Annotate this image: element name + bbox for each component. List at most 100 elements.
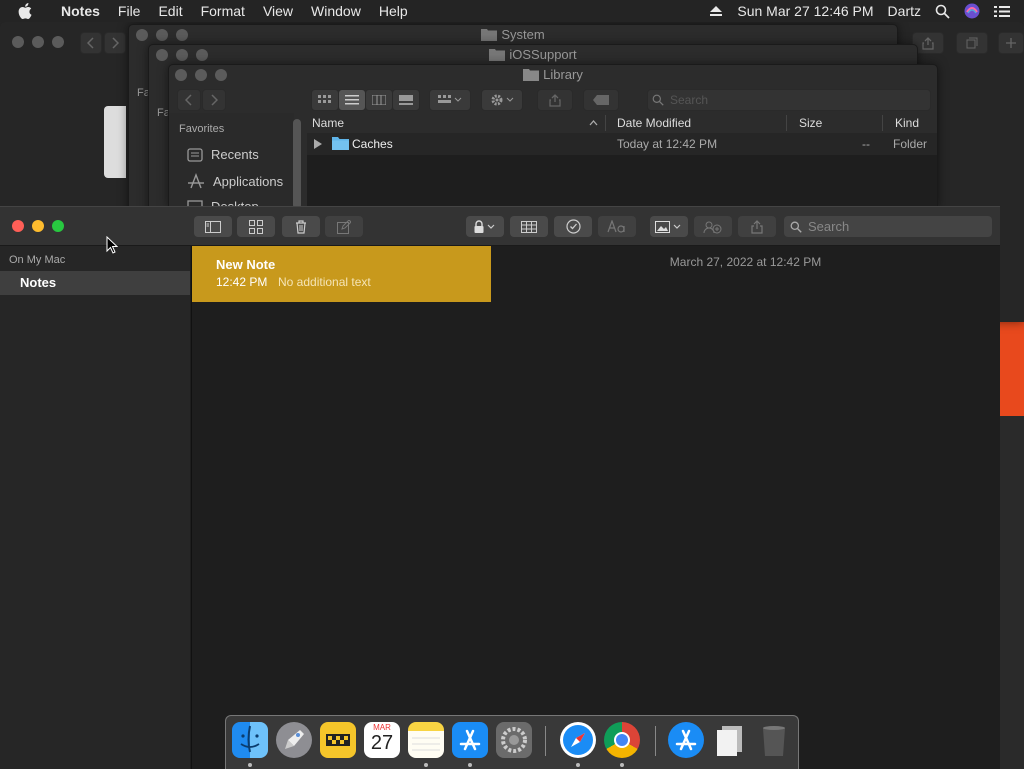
window-title: System: [129, 25, 897, 45]
window-title: iOSSupport: [149, 45, 917, 65]
dock-app-store-icon-2[interactable]: [668, 722, 704, 758]
back-button[interactable]: [177, 89, 201, 111]
dock-safari-icon[interactable]: [560, 722, 596, 758]
tab-overview-button[interactable]: [956, 32, 988, 54]
group-button[interactable]: [429, 89, 471, 111]
file-date-modified: Today at 12:42 PM: [617, 137, 718, 151]
minimize-button[interactable]: [32, 220, 44, 232]
notes-list: New Note 12:42 PM No additional text: [191, 246, 492, 769]
column-name[interactable]: Name: [312, 116, 344, 130]
back-button[interactable]: [80, 32, 102, 54]
note-editor[interactable]: March 27, 2022 at 12:42 PM: [491, 246, 1000, 769]
applications-icon: [188, 173, 204, 189]
close-button[interactable]: [12, 220, 24, 232]
add-person-icon: [703, 221, 722, 233]
dock-calendar-icon[interactable]: MAR 27: [364, 722, 400, 758]
spotlight-search-icon[interactable]: [935, 4, 950, 19]
add-people-button[interactable]: [694, 216, 732, 237]
mouse-cursor-icon: [106, 236, 118, 254]
close-button[interactable]: [12, 36, 24, 48]
dock-launchpad-icon[interactable]: [276, 722, 312, 758]
window-controls[interactable]: [12, 36, 72, 48]
dock-app-store-icon[interactable]: [452, 722, 488, 758]
checklist-button[interactable]: [554, 216, 592, 237]
tags-button[interactable]: [583, 89, 619, 111]
sidebar-item-applications[interactable]: Applications: [187, 173, 283, 189]
dock-taxi-icon[interactable]: [320, 722, 356, 758]
zoom-button[interactable]: [52, 220, 64, 232]
dock: MAR 27: [225, 715, 799, 769]
add-media-button[interactable]: [650, 216, 688, 237]
gallery-view-button[interactable]: [392, 89, 420, 111]
calendar-day: 27: [370, 732, 394, 754]
dock-chrome-icon[interactable]: [604, 722, 640, 758]
sidebar-item-label: Notes: [20, 275, 57, 290]
list-item[interactable]: New Note 12:42 PM No additional text: [192, 246, 491, 302]
calendar-month: MAR: [373, 723, 391, 732]
dock-documents-icon[interactable]: [712, 722, 748, 758]
note-preview: No additional text: [278, 275, 371, 289]
sidebar-item-recents[interactable]: Recents: [187, 147, 259, 162]
menu-format[interactable]: Format: [192, 0, 254, 22]
forward-button[interactable]: [104, 32, 126, 54]
search-placeholder: Search: [670, 93, 709, 107]
search-field[interactable]: Search: [784, 216, 992, 237]
search-placeholder: Search: [808, 219, 850, 234]
toggle-sidebar-button[interactable]: [194, 216, 232, 237]
sidebar-scrollbar[interactable]: [293, 119, 301, 207]
forward-button[interactable]: [202, 89, 226, 111]
menu-view[interactable]: View: [254, 0, 302, 22]
share-button[interactable]: [537, 89, 573, 111]
menu-window[interactable]: Window: [302, 0, 370, 22]
dock-trash-icon[interactable]: [756, 722, 792, 758]
column-view-button[interactable]: [365, 89, 393, 111]
menu-edit[interactable]: Edit: [149, 0, 191, 22]
gallery-view-button[interactable]: [237, 216, 275, 237]
format-text-button[interactable]: [598, 216, 636, 237]
lock-icon: [474, 219, 495, 233]
file-list: Name Date Modified Size Kind Caches Toda…: [307, 113, 937, 207]
minimize-button[interactable]: [32, 36, 44, 48]
dock-notes-icon[interactable]: [408, 722, 444, 758]
menu-clock[interactable]: Sun Mar 27 12:46 PM: [737, 3, 873, 19]
finder-window-library[interactable]: Library Search Favorites Recents Applica…: [168, 64, 938, 208]
menu-file[interactable]: File: [109, 0, 150, 22]
column-header: Name Date Modified Size Kind: [307, 113, 937, 134]
new-tab-button[interactable]: [998, 32, 1024, 54]
notes-sidebar: On My Mac Notes: [0, 246, 190, 769]
window-title: Library: [169, 65, 937, 85]
menu-user[interactable]: Dartz: [888, 3, 921, 19]
insert-table-button[interactable]: [510, 216, 548, 237]
dock-finder-icon[interactable]: [232, 722, 268, 758]
sidebar-icon: [205, 220, 221, 233]
action-gear-button[interactable]: [481, 89, 523, 111]
delete-note-button[interactable]: [282, 216, 320, 237]
menu-help[interactable]: Help: [370, 0, 417, 22]
column-kind[interactable]: Kind: [895, 116, 919, 130]
apple-menu-icon[interactable]: [18, 2, 38, 20]
note-title: New Note: [216, 257, 276, 272]
photo-icon: [655, 220, 681, 233]
list-view-button[interactable]: [338, 89, 366, 111]
menu-bar: Notes File Edit Format View Window Help …: [0, 0, 1024, 22]
table-icon: [521, 220, 537, 233]
column-size[interactable]: Size: [799, 116, 822, 130]
lock-note-button[interactable]: [466, 216, 504, 237]
column-date-modified[interactable]: Date Modified: [617, 116, 691, 130]
table-row[interactable]: Caches Today at 12:42 PM -- Folder: [307, 133, 937, 155]
search-field[interactable]: Search: [647, 89, 931, 111]
menu-app-notes[interactable]: Notes: [52, 0, 109, 22]
control-center-icon[interactable]: [994, 5, 1010, 18]
sidebar-item-notes[interactable]: Notes: [0, 271, 190, 295]
zoom-button[interactable]: [52, 36, 64, 48]
file-size: --: [862, 137, 870, 151]
dock-system-preferences-icon[interactable]: [496, 722, 532, 758]
file-name: Caches: [352, 137, 393, 151]
note-time: 12:42 PM: [216, 275, 268, 289]
siri-icon[interactable]: [964, 3, 980, 19]
icon-view-button[interactable]: [311, 89, 339, 111]
eject-icon[interactable]: [709, 5, 723, 17]
new-note-button[interactable]: [325, 216, 363, 237]
share-button[interactable]: [738, 216, 776, 237]
notes-window[interactable]: Search On My Mac Notes New Note 12:42 PM…: [0, 206, 1000, 769]
